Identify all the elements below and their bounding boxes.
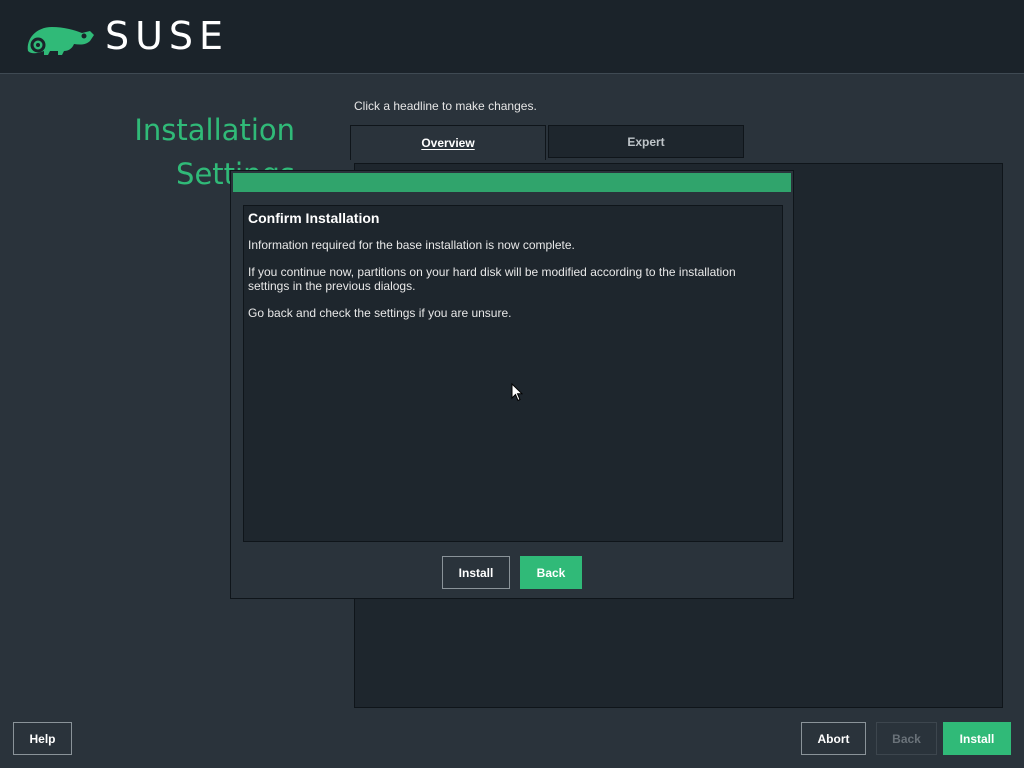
install-button[interactable]: Install [943,722,1011,755]
dialog-back-label: Back [536,565,566,580]
dialog-paragraph-2: If you continue now, partitions on your … [248,265,736,293]
suse-wordmark: SUSE [105,14,230,58]
help-button[interactable]: Help [13,722,72,755]
dialog-install-button[interactable]: Install [442,556,510,589]
help-button-label: Help [29,731,56,746]
dialog-back-button[interactable]: Back [520,556,582,589]
back-button-label: Back [892,731,921,746]
tab-overview-label: Overview [421,136,475,150]
mouse-pointer-icon [511,383,523,402]
dialog-paragraph-1: Information required for the base instal… [248,238,575,252]
dialog-paragraph-3: Go back and check the settings if you ar… [248,306,512,320]
abort-button-label: Abort [817,731,850,746]
tab-overview[interactable]: Overview [350,125,546,160]
dialog-message: Confirm Installation Information require… [243,205,783,542]
dialog-install-label: Install [458,565,494,580]
suse-chameleon-logo-icon [27,27,94,55]
header-bar: SUSE [0,0,1024,74]
headline-hint: Click a headline to make changes. [354,99,537,113]
install-button-label: Install [959,731,995,746]
dialog-titlebar [233,173,791,192]
back-button[interactable]: Back [876,722,937,755]
tab-expert[interactable]: Expert [548,125,744,158]
dialog-heading: Confirm Installation [248,210,380,226]
abort-button[interactable]: Abort [801,722,866,755]
tab-expert-label: Expert [627,134,665,149]
